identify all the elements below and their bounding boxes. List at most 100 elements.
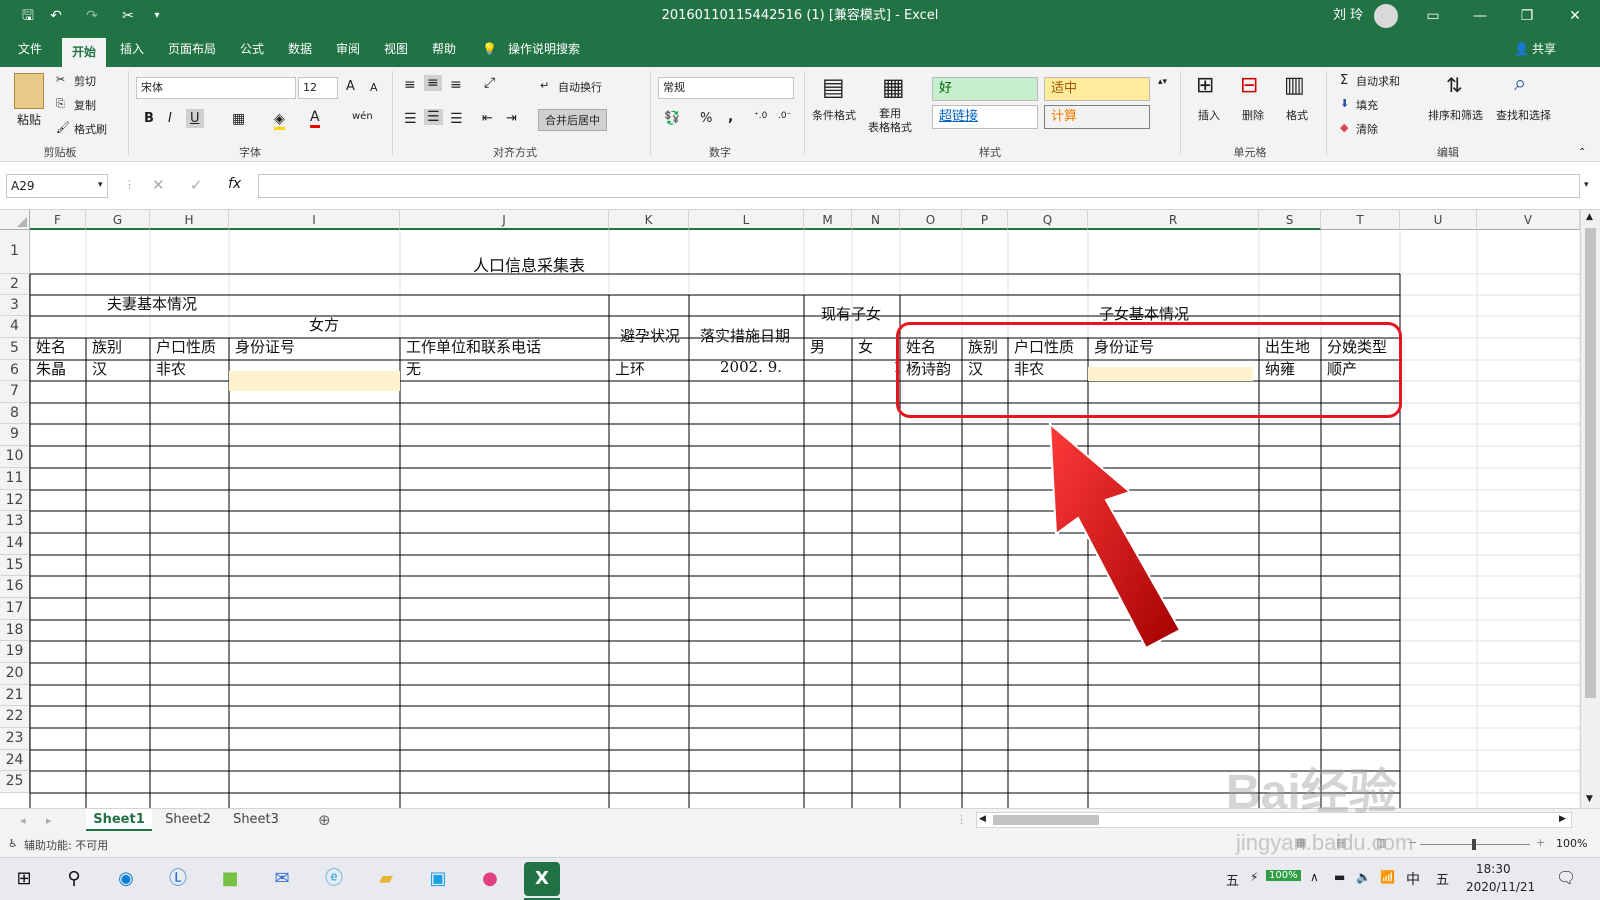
shrink-font-icon[interactable]: A — [370, 81, 378, 94]
merge-center-button[interactable]: 合并后居中 — [538, 109, 607, 131]
increase-indent-icon[interactable]: ⇥ — [506, 111, 517, 126]
tell-me-search[interactable]: 操作说明搜索 — [508, 32, 580, 67]
app-blue-icon[interactable]: ▣ — [420, 862, 456, 896]
mail-icon[interactable]: ✉ — [264, 862, 300, 896]
tab-split-handle-icon[interactable]: ⋮ — [956, 813, 967, 826]
autosum-icon[interactable]: Σ — [1340, 73, 1348, 88]
tab-file[interactable]: 文件 — [18, 32, 42, 67]
power-icon[interactable]: ⚡ — [1250, 870, 1258, 884]
children-now-header[interactable]: 现有子女 — [818, 303, 881, 324]
border-icon[interactable]: ▦ — [232, 111, 245, 127]
autosum-button[interactable]: 自动求和 — [1356, 73, 1400, 89]
add-sheet-icon[interactable]: ⊕ — [318, 811, 331, 829]
header-male[interactable]: 男 — [807, 336, 825, 357]
scroll-up-icon[interactable]: ▲ — [1586, 212, 1593, 222]
insert-cells-icon[interactable]: ⊞ — [1196, 73, 1214, 98]
highlighted-id-cell-I5[interactable] — [229, 371, 400, 391]
tab-review[interactable]: 审阅 — [336, 32, 360, 67]
ime-mode-left[interactable]: 五 — [1226, 870, 1239, 889]
child-info-header[interactable]: 子女基本情况 — [1096, 303, 1189, 324]
avatar[interactable] — [1374, 4, 1398, 28]
header-id[interactable]: 身份证号 — [232, 336, 295, 357]
clear-button[interactable]: 清除 — [1356, 121, 1378, 137]
close-icon[interactable]: ✕ — [1560, 0, 1590, 32]
insert-cells-button[interactable]: 插入 — [1198, 107, 1220, 123]
tab-formulas[interactable]: 公式 — [240, 32, 264, 67]
accounting-icon[interactable]: 💱 — [664, 111, 680, 126]
table-format-icon[interactable]: ▦ — [882, 73, 905, 101]
fill-icon[interactable]: ⬇ — [1340, 97, 1349, 110]
scroll-left-icon[interactable]: ◀ — [979, 814, 986, 824]
zoom-level[interactable]: 100% — [1556, 837, 1587, 850]
collapse-ribbon-icon[interactable]: ⌃ — [1578, 147, 1586, 158]
sheet-tab-2[interactable]: Sheet2 — [156, 809, 220, 831]
header-employer[interactable]: 工作单位和联系电话 — [403, 336, 541, 357]
name-box-dropdown-icon[interactable]: ▾ — [98, 180, 103, 190]
measure-date-header[interactable]: 落实措施日期 — [697, 325, 790, 346]
show-hidden-icons-icon[interactable]: ∧ — [1310, 870, 1319, 884]
ime-chinese[interactable]: 中 — [1406, 869, 1420, 889]
couple-header[interactable]: 夫妻基本情况 — [104, 293, 197, 314]
format-painter-button[interactable]: 格式刷 — [74, 121, 107, 137]
copy-icon[interactable]: ⎘ — [56, 97, 65, 111]
format-cells-icon[interactable]: ▥ — [1284, 73, 1305, 98]
wrap-text-icon[interactable]: ↵ — [540, 79, 549, 92]
copy-button[interactable]: 复制 — [74, 97, 96, 113]
decrease-decimal-icon[interactable]: .0⁻ — [778, 111, 791, 121]
ie-icon[interactable]: ⓔ — [316, 862, 352, 896]
restore-icon[interactable]: ❐ — [1512, 0, 1542, 32]
contraception-header[interactable]: 避孕状况 — [617, 325, 680, 346]
tab-help[interactable]: 帮助 — [432, 32, 456, 67]
network-icon[interactable]: 📶 — [1380, 870, 1395, 884]
prev-sheet-icon[interactable]: ◂ — [20, 814, 26, 827]
table-format-button[interactable]: 套用 表格格式 — [868, 107, 912, 135]
expand-formula-icon[interactable]: ▾ — [1584, 180, 1589, 190]
notification-icon[interactable]: 🗨 — [1556, 868, 1576, 887]
sort-filter-icon[interactable]: ⇅ — [1446, 73, 1463, 97]
font-size-select[interactable]: 12 — [298, 77, 338, 99]
cancel-icon[interactable]: ✕ — [152, 176, 165, 194]
grow-font-icon[interactable]: A — [346, 79, 355, 94]
format-cells-button[interactable]: 格式 — [1286, 107, 1308, 123]
edge-icon[interactable]: ◉ — [108, 862, 144, 896]
conditional-format-button[interactable]: 条件格式 — [812, 107, 856, 123]
cell-K5[interactable]: 上环 — [612, 358, 645, 379]
cut-button[interactable]: 剪切 — [74, 73, 96, 89]
font-name-select[interactable]: 宋体 — [136, 77, 296, 99]
tab-data[interactable]: 数据 — [288, 32, 312, 67]
align-center-icon[interactable]: ☰ — [424, 109, 443, 125]
zoom-slider[interactable] — [1420, 839, 1530, 850]
underline-button[interactable]: U — [186, 109, 204, 128]
style-calculation[interactable]: 计算 — [1044, 105, 1150, 129]
search-icon[interactable]: ⚲ — [56, 862, 92, 896]
vertical-scrollbar[interactable]: ▲ ▼ — [1580, 210, 1600, 810]
align-right-icon[interactable]: ☰ — [450, 111, 463, 127]
insert-function-button[interactable]: fx — [228, 176, 241, 192]
style-neutral[interactable]: 适中 — [1044, 77, 1150, 101]
app-l-icon[interactable]: Ⓛ — [160, 862, 196, 896]
cell-J5[interactable]: 无 — [403, 358, 421, 379]
fill-color-icon[interactable]: ◈ — [274, 111, 285, 130]
clear-icon[interactable]: ◆ — [1340, 121, 1348, 134]
female-header[interactable]: 女方 — [306, 314, 339, 335]
sheet-tab-3[interactable]: Sheet3 — [224, 809, 288, 831]
share-button[interactable]: 共享 — [1532, 32, 1556, 67]
ime-wubi[interactable]: 五 — [1436, 869, 1449, 888]
bold-button[interactable]: B — [144, 111, 154, 126]
header-female[interactable]: 女 — [855, 336, 873, 357]
paste-icon[interactable] — [14, 73, 44, 109]
zoom-slider-thumb[interactable] — [1472, 839, 1476, 850]
scroll-right-icon[interactable]: ▶ — [1559, 814, 1566, 824]
italic-button[interactable]: I — [168, 111, 172, 126]
accessibility-status[interactable]: 辅助功能: 不可用 — [24, 837, 108, 853]
cell-L5[interactable]: 2002. 9. — [717, 358, 782, 376]
tab-insert[interactable]: 插入 — [120, 32, 144, 67]
find-select-button[interactable]: 查找和选择 — [1496, 107, 1551, 123]
style-good[interactable]: 好 — [932, 77, 1038, 101]
minimize-icon[interactable]: — — [1465, 0, 1495, 32]
styles-scroll-icon[interactable]: ▴▾ — [1158, 77, 1167, 87]
tab-view[interactable]: 视图 — [384, 32, 408, 67]
spreadsheet-grid[interactable]: F G H I J K L M N O P Q R S T U V 123456… — [0, 210, 1600, 810]
file-explorer-icon[interactable]: ▰ — [368, 862, 404, 896]
ribbon-display-icon[interactable]: ▭ — [1418, 0, 1448, 32]
